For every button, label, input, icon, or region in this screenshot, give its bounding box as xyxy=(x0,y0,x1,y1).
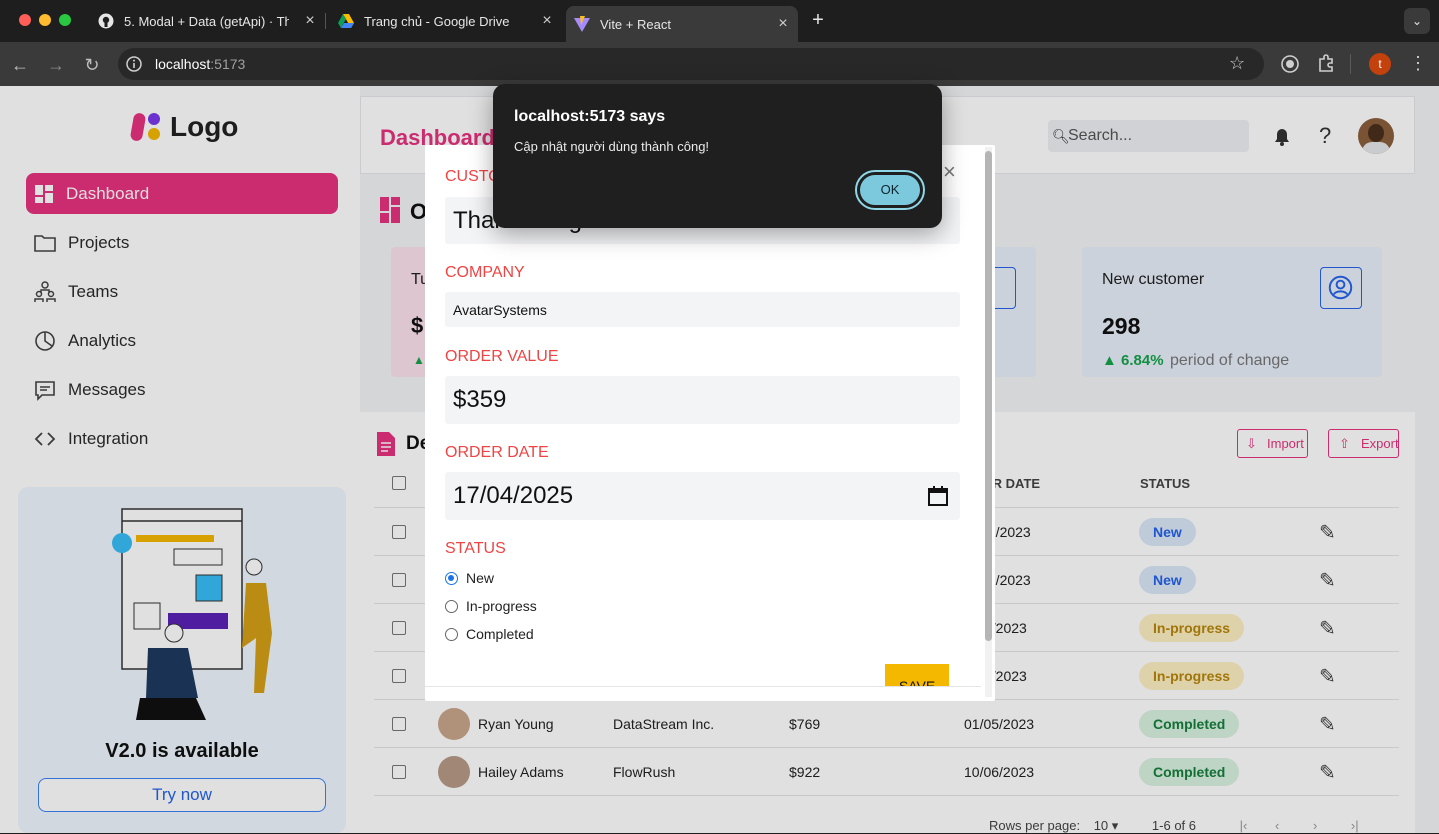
close-icon[interactable]: × xyxy=(301,12,319,30)
save-button[interactable]: SAVE xyxy=(885,664,949,686)
tab-title: Trang chủ - Google Drive xyxy=(364,13,510,29)
radio-button[interactable] xyxy=(445,571,458,585)
radio-button[interactable] xyxy=(445,627,458,641)
toolbar-divider xyxy=(1350,54,1351,74)
modal-footer-divider xyxy=(425,686,981,687)
ok-button-focus-ring: OK xyxy=(855,170,925,210)
tab-title: 5. Modal + Data (getApi) · Tha xyxy=(124,13,289,29)
extensions-puzzle-icon[interactable] xyxy=(1317,54,1335,72)
company-input[interactable]: AvatarSystems xyxy=(445,292,960,327)
radio-button[interactable] xyxy=(445,599,458,613)
tab-title: Vite + React xyxy=(600,16,671,32)
order-date-label: ORDER DATE xyxy=(445,444,549,461)
close-icon[interactable]: × xyxy=(943,159,956,185)
window-zoom-button[interactable] xyxy=(59,14,71,26)
browser-tab-vite[interactable]: Vite + React × xyxy=(566,6,798,42)
modal-scrollbar[interactable] xyxy=(985,147,992,697)
alert-title: localhost:5173 says xyxy=(514,108,666,125)
reload-icon[interactable]: ↻ xyxy=(81,54,103,76)
google-drive-icon xyxy=(338,14,354,28)
company-label: COMPANY xyxy=(445,264,525,281)
order-value-input[interactable]: $359 xyxy=(445,376,960,424)
window-minimize-button[interactable] xyxy=(39,14,51,26)
url-field[interactable]: localhost:5173 ☆ xyxy=(118,48,1264,80)
browser-menu-icon[interactable]: ⋮ xyxy=(1409,53,1427,73)
order-date-input[interactable]: 17/04/2025 xyxy=(445,472,960,520)
browser-tab-bar: 5. Modal + Data (getApi) · Tha × Trang c… xyxy=(0,0,1439,42)
window-close-button[interactable] xyxy=(19,14,31,26)
scrollbar-thumb[interactable] xyxy=(985,151,992,641)
browser-alert-dialog: localhost:5173 says Cập nhật người dùng … xyxy=(493,84,942,228)
browser-tab-github[interactable]: 5. Modal + Data (getApi) · Tha × xyxy=(90,6,325,36)
status-radio-in-progress[interactable]: In-progress xyxy=(445,598,537,614)
new-tab-button[interactable]: + xyxy=(808,10,828,30)
back-arrow-icon[interactable]: ← xyxy=(9,54,31,76)
close-icon[interactable]: × xyxy=(538,12,556,30)
tab-divider xyxy=(325,13,326,29)
browser-tab-drive[interactable]: Trang chủ - Google Drive × xyxy=(330,6,562,36)
url-text: localhost:5173 xyxy=(155,56,246,72)
status-radio-completed[interactable]: Completed xyxy=(445,626,534,642)
status-label: STATUS xyxy=(445,540,506,557)
alert-message: Cập nhật người dùng thành công! xyxy=(514,139,710,154)
address-bar: ← → ↻ localhost:5173 ☆ t ⋮ xyxy=(0,42,1439,86)
ok-button[interactable]: OK xyxy=(860,175,920,205)
order-value-label: ORDER VALUE xyxy=(445,348,559,365)
bookmark-star-icon[interactable]: ☆ xyxy=(1229,53,1245,74)
site-info-icon[interactable] xyxy=(126,56,142,72)
calendar-icon[interactable] xyxy=(928,486,948,506)
github-icon xyxy=(98,13,114,29)
vite-icon xyxy=(574,16,590,32)
edit-user-modal: × CUSTO Thanh Tùng COMPANY AvatarSystems… xyxy=(425,145,995,701)
close-icon[interactable]: × xyxy=(774,15,792,33)
status-radio-new[interactable]: New xyxy=(445,570,494,586)
tab-search-chevron-icon[interactable]: ⌄ xyxy=(1404,8,1430,34)
profile-avatar[interactable]: t xyxy=(1369,53,1391,75)
extension-record-icon[interactable] xyxy=(1281,55,1299,73)
forward-arrow-icon[interactable]: → xyxy=(45,54,67,76)
